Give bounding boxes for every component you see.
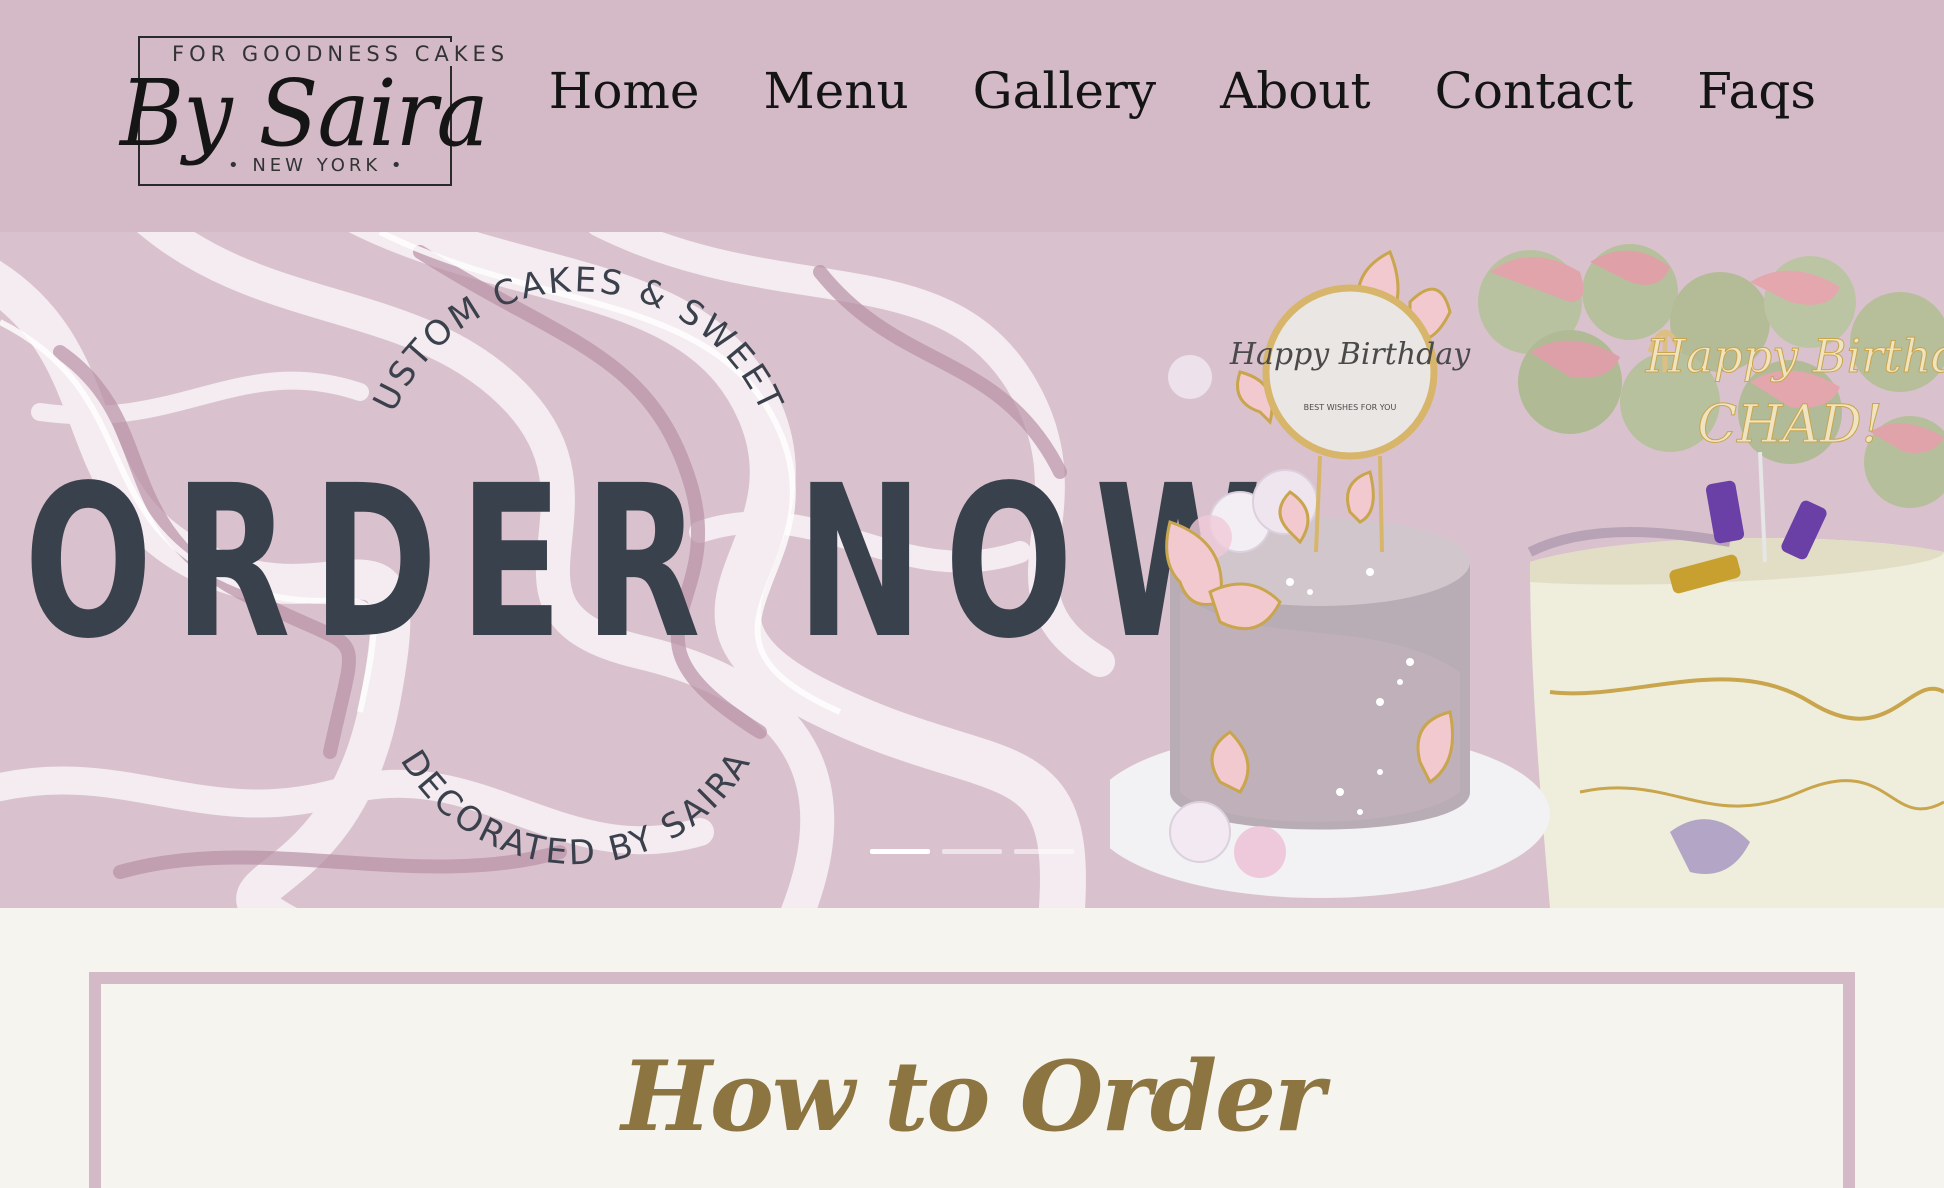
topper2-name: CHAD!: [1697, 395, 1882, 455]
nav-about[interactable]: About: [1220, 62, 1371, 120]
nav-menu[interactable]: Menu: [763, 62, 908, 120]
nav-gallery[interactable]: Gallery: [973, 62, 1156, 120]
hero-arc-bottom: DECORATED BY SAIRA: [392, 743, 756, 873]
site-header: FOR GOODNESS CAKES By Saira • NEW YORK •…: [0, 0, 1944, 232]
section-title: How to Order: [621, 1040, 1325, 1153]
topper-small: BEST WISHES FOR YOU: [1304, 403, 1397, 412]
slide-indicator-2[interactable]: [942, 849, 1002, 854]
topper-text: Happy Birthday: [1229, 337, 1471, 372]
hero-arc-top: CUSTOM CAKES & SWEETS: [0, 232, 788, 420]
how-to-order-section: How to Order: [89, 972, 1855, 1188]
slide-indicator-1[interactable]: [870, 849, 930, 854]
nav-contact[interactable]: Contact: [1435, 62, 1634, 120]
hero-headline: ORDER NOW: [24, 440, 1284, 685]
nav-faqs[interactable]: Faqs: [1697, 62, 1816, 120]
topper2-text: Happy Birthday: [1645, 329, 1944, 383]
cake-photo: Happy Birthday CHAD! Happy Birthday: [1110, 244, 1944, 908]
nav-home[interactable]: Home: [549, 62, 700, 120]
hero-slider[interactable]: CUSTOM CAKES & SWEETS DECORATED BY SAIRA…: [0, 232, 1944, 908]
logo-script-name: By Saira: [120, 60, 489, 167]
main-nav: Home Menu Gallery About Contact Faqs: [549, 62, 1816, 120]
brand-logo[interactable]: FOR GOODNESS CAKES By Saira • NEW YORK •: [120, 34, 516, 190]
logo-location: • NEW YORK •: [222, 155, 412, 176]
svg-text:DECORATED BY SAIRA: DECORATED BY SAIRA: [392, 743, 759, 873]
svg-text:CUSTOM CAKES & SWEETS: CUSTOM CAKES & SWEETS: [0, 232, 791, 420]
slide-indicator-3[interactable]: [1014, 849, 1074, 854]
slider-indicators: [870, 849, 1074, 854]
